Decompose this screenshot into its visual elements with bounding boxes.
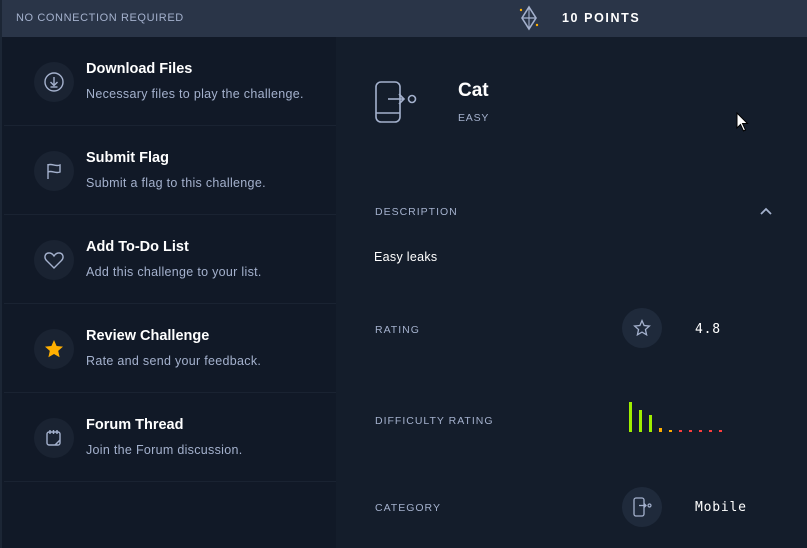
action-title: Download Files bbox=[86, 61, 193, 77]
difficulty-bar bbox=[719, 430, 722, 432]
download-files-action[interactable]: Download Files Necessary files to play t… bbox=[4, 37, 337, 126]
difficulty-bar bbox=[699, 430, 702, 432]
description-text: Easy leaks bbox=[374, 250, 438, 264]
action-title: Add To-Do List bbox=[86, 239, 189, 255]
rating-value: 4.8 bbox=[695, 322, 721, 337]
add-todo-button[interactable] bbox=[34, 240, 74, 280]
difficulty-bar bbox=[649, 415, 652, 432]
flag-icon bbox=[47, 163, 61, 179]
action-title: Forum Thread bbox=[86, 417, 184, 433]
action-title: Review Challenge bbox=[86, 328, 210, 344]
action-subtitle: Join the Forum discussion. bbox=[86, 443, 243, 457]
action-subtitle: Rate and send your feedback. bbox=[86, 354, 262, 368]
forum-thread-action[interactable]: Forum Thread Join the Forum discussion. bbox=[4, 393, 337, 482]
mobile-category-icon bbox=[633, 497, 652, 517]
add-todo-action[interactable]: Add To-Do List Add this challenge to you… bbox=[4, 215, 337, 304]
forum-button[interactable] bbox=[34, 418, 74, 458]
category-button[interactable] bbox=[622, 487, 662, 527]
gem-icon bbox=[519, 5, 539, 31]
points-value: 10 POINTS bbox=[562, 11, 641, 25]
description-label: DESCRIPTION bbox=[375, 206, 458, 218]
difficulty-bar bbox=[709, 430, 712, 432]
rate-button[interactable] bbox=[622, 308, 662, 348]
difficulty-distribution-chart bbox=[629, 402, 722, 432]
star-icon bbox=[45, 340, 63, 358]
difficulty-rating-label: DIFFICULTY RATING bbox=[375, 415, 494, 427]
submit-flag-button[interactable] bbox=[34, 151, 74, 191]
difficulty-bar bbox=[689, 430, 692, 432]
difficulty-bar bbox=[679, 430, 682, 432]
mobile-icon bbox=[375, 81, 417, 123]
action-sidebar: Download Files Necessary files to play t… bbox=[0, 37, 337, 548]
review-button[interactable] bbox=[34, 329, 74, 369]
download-icon bbox=[44, 72, 64, 92]
difficulty-bar bbox=[629, 402, 632, 432]
action-subtitle: Submit a flag to this challenge. bbox=[86, 176, 266, 190]
difficulty-bar bbox=[659, 428, 662, 432]
chevron-up-icon[interactable] bbox=[759, 206, 773, 216]
action-subtitle: Add this challenge to your list. bbox=[86, 265, 262, 279]
download-button[interactable] bbox=[34, 62, 74, 102]
challenge-difficulty: EASY bbox=[458, 112, 490, 124]
difficulty-bar bbox=[639, 410, 642, 432]
category-value: Mobile bbox=[695, 500, 747, 515]
action-subtitle: Necessary files to play the challenge. bbox=[86, 87, 304, 101]
star-outline-icon bbox=[633, 319, 651, 337]
heart-icon bbox=[44, 252, 64, 269]
review-challenge-action[interactable]: Review Challenge Rate and send your feed… bbox=[4, 304, 337, 393]
difficulty-bar bbox=[669, 430, 672, 432]
category-label: CATEGORY bbox=[375, 502, 441, 514]
forum-icon bbox=[46, 430, 61, 446]
challenge-name: Cat bbox=[458, 80, 489, 101]
connection-status: NO CONNECTION REQUIRED bbox=[16, 12, 184, 24]
submit-flag-action[interactable]: Submit Flag Submit a flag to this challe… bbox=[4, 126, 337, 215]
rating-label: RATING bbox=[375, 324, 420, 336]
top-bar: NO CONNECTION REQUIRED 10 POINTS bbox=[0, 0, 807, 37]
mouse-cursor-icon bbox=[736, 112, 749, 132]
action-title: Submit Flag bbox=[86, 150, 169, 166]
